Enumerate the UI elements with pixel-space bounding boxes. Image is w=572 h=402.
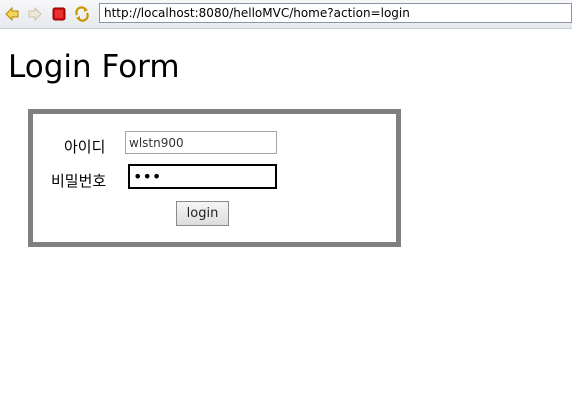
stop-icon[interactable] [51,6,67,22]
id-label: 아이디 [64,138,106,156]
refresh-icon[interactable] [74,6,90,22]
login-form-box: 아이디 비밀번호 login [28,109,401,247]
address-bar[interactable]: http://localhost:8080/helloMVC/home?acti… [99,3,572,23]
page-title: Login Form [8,49,180,85]
browser-toolbar: http://localhost:8080/helloMVC/home?acti… [0,0,572,29]
back-arrow-icon[interactable] [4,6,20,22]
forward-arrow-icon[interactable] [27,6,43,22]
password-input[interactable] [128,164,277,189]
id-input[interactable] [125,131,277,154]
password-label: 비밀번호 [51,172,107,190]
login-button[interactable]: login [176,201,229,226]
